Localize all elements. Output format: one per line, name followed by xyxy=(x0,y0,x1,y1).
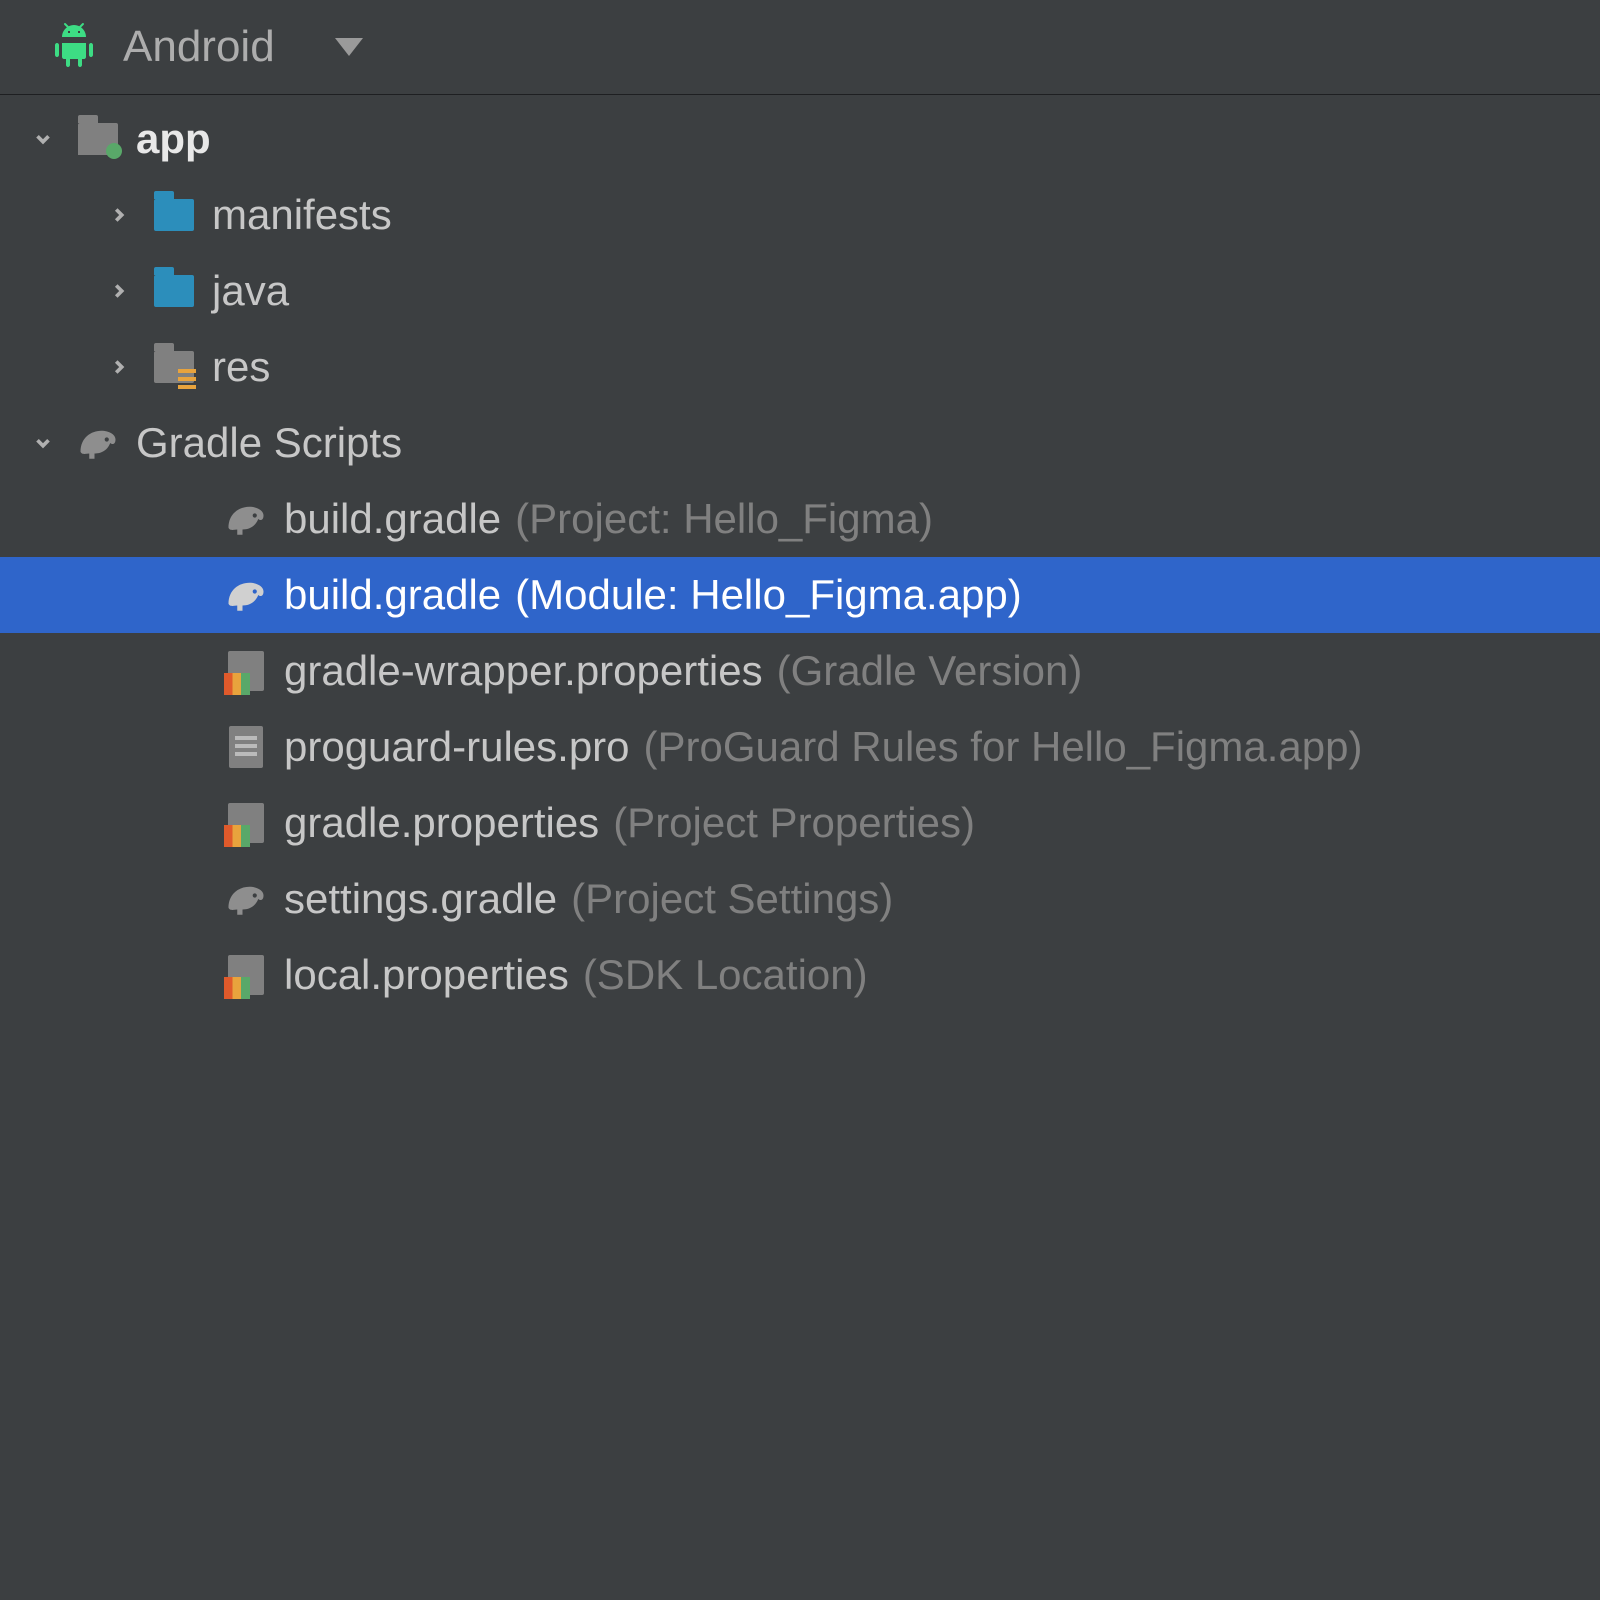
tree-label: gradle-wrapper.properties xyxy=(284,647,763,695)
tree-node-gradle-file[interactable]: proguard-rules.pro (ProGuard Rules for He… xyxy=(0,709,1600,785)
project-view-title: Android xyxy=(123,22,275,72)
project-view-header[interactable]: Android xyxy=(0,0,1600,95)
tree-node-gradle-file[interactable]: gradle-wrapper.properties (Gradle Version… xyxy=(0,633,1600,709)
tree-node-java[interactable]: java xyxy=(0,253,1600,329)
elephant-icon xyxy=(224,573,268,617)
module-folder-icon xyxy=(76,117,120,161)
tree-node-gradle-file[interactable]: settings.gradle (Project Settings) xyxy=(0,861,1600,937)
properties-icon xyxy=(224,801,268,845)
tree-label-suffix: (Project: Hello_Figma) xyxy=(515,495,933,543)
folder-icon xyxy=(152,193,196,237)
elephant-icon xyxy=(224,497,268,541)
tree-node-gradle-file[interactable]: gradle.properties (Project Properties) xyxy=(0,785,1600,861)
tree-label: manifests xyxy=(212,191,392,239)
properties-icon xyxy=(224,953,268,997)
chevron-right-icon[interactable] xyxy=(108,204,130,226)
gradle-files-container: build.gradle(Project: Hello_Figma)build.… xyxy=(0,481,1600,1013)
tree-label-suffix: (ProGuard Rules for Hello_Figma.app) xyxy=(644,723,1363,771)
tree-label: local.properties xyxy=(284,951,569,999)
tree-node-gradle-file[interactable]: local.properties (SDK Location) xyxy=(0,937,1600,1013)
tree-label: settings.gradle xyxy=(284,875,557,923)
project-tree: app manifests java res Gradle Scripts xyxy=(0,95,1600,1013)
tree-label: build.gradle xyxy=(284,571,501,619)
tree-node-gradle-file[interactable]: build.gradle (Project: Hello_Figma) xyxy=(0,481,1600,557)
tree-node-res[interactable]: res xyxy=(0,329,1600,405)
dropdown-arrow-icon[interactable] xyxy=(335,38,363,56)
tree-label: Gradle Scripts xyxy=(136,419,402,467)
tree-node-gradle-file[interactable]: build.gradle (Module: Hello_Figma.app) xyxy=(0,557,1600,633)
chevron-right-icon[interactable] xyxy=(108,280,130,302)
elephant-icon xyxy=(224,877,268,921)
chevron-right-icon[interactable] xyxy=(108,356,130,378)
textfile-icon xyxy=(224,725,268,769)
android-icon xyxy=(50,23,98,71)
tree-label: proguard-rules.pro xyxy=(284,723,630,771)
properties-icon xyxy=(224,649,268,693)
tree-label: gradle.properties xyxy=(284,799,599,847)
tree-label: java xyxy=(212,267,289,315)
tree-label: app xyxy=(136,115,211,163)
chevron-down-icon[interactable] xyxy=(32,432,54,454)
tree-label-suffix: (Project Properties) xyxy=(613,799,975,847)
tree-node-gradle-scripts[interactable]: Gradle Scripts xyxy=(0,405,1600,481)
folder-icon xyxy=(152,269,196,313)
tree-node-manifests[interactable]: manifests xyxy=(0,177,1600,253)
elephant-icon xyxy=(76,421,120,465)
tree-label: res xyxy=(212,343,270,391)
tree-label-suffix: (Gradle Version) xyxy=(777,647,1083,695)
tree-label: build.gradle xyxy=(284,495,501,543)
tree-node-app[interactable]: app xyxy=(0,101,1600,177)
chevron-down-icon[interactable] xyxy=(32,128,54,150)
tree-label-suffix: (Project Settings) xyxy=(571,875,893,923)
tree-label-suffix: (Module: Hello_Figma.app) xyxy=(515,571,1022,619)
tree-label-suffix: (SDK Location) xyxy=(583,951,868,999)
resources-folder-icon xyxy=(152,345,196,389)
